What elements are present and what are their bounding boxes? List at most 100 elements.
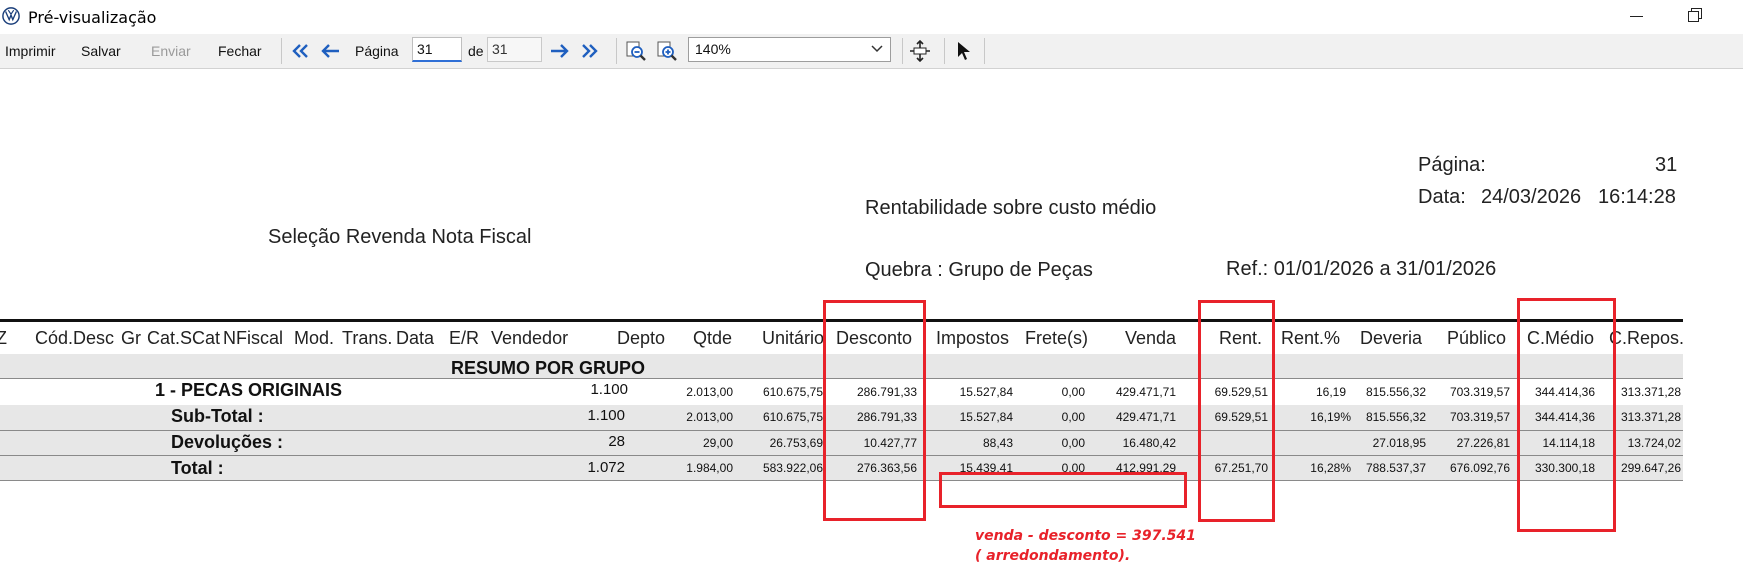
cell-rent-pct: 16,19% xyxy=(1310,410,1351,424)
cell-rent-pct: 16,28% xyxy=(1310,461,1351,475)
annotation-line: ( arredondamento). xyxy=(975,548,1131,564)
ref-label: Ref.: 01/01/2026 a 31/01/2026 xyxy=(1226,258,1497,280)
highlight-cmedio-box xyxy=(1517,298,1616,532)
cell-crepos: 313.371,28 xyxy=(1620,410,1681,424)
cell-fretes: 0,00 xyxy=(1061,385,1085,399)
zoom-in-icon[interactable] xyxy=(656,40,678,62)
window-title: Pré-visualização xyxy=(28,8,157,27)
cell-publico: 703.319,57 xyxy=(1449,385,1510,399)
col-header: C.Repos. xyxy=(1609,328,1685,348)
cell-publico: 703.319,57 xyxy=(1449,410,1510,424)
cell-venda: 429.471,71 xyxy=(1115,385,1176,399)
col-header: Frete(s) xyxy=(1025,328,1088,348)
cell-impostos: 88,43 xyxy=(982,436,1013,450)
minimize-button[interactable] xyxy=(1612,0,1662,32)
maximize-button[interactable] xyxy=(1668,0,1718,32)
col-header: Mod. xyxy=(294,328,335,348)
cell-unitario: 610.675,75 xyxy=(762,410,823,424)
pointer-icon[interactable] xyxy=(953,40,975,62)
highlight-desconto-box xyxy=(823,300,926,521)
page-label: Página xyxy=(355,43,399,59)
page-label: Página: xyxy=(1418,154,1486,176)
zoom-value: 140% xyxy=(695,41,731,57)
cell-publico: 676.092,76 xyxy=(1449,461,1510,475)
report-subtitle: Rentabilidade sobre custo médio xyxy=(865,197,1157,219)
cell-deveria: 27.018,95 xyxy=(1372,436,1426,450)
first-page-icon[interactable] xyxy=(290,40,312,62)
col-header: Trans. xyxy=(342,328,393,348)
annotation-note: venda - desconto = 397.541 ( arredondame… xyxy=(975,526,1196,566)
cell-unitario: 26.753,69 xyxy=(769,436,823,450)
vw-logo-icon xyxy=(2,7,20,25)
date-value: 24/03/2026 xyxy=(1481,186,1582,208)
margins-icon[interactable] xyxy=(909,40,931,62)
cell-impostos: 15.527,84 xyxy=(959,410,1013,424)
cell-venda: 16.480,42 xyxy=(1122,436,1176,450)
zoom-select[interactable]: 140% xyxy=(688,37,891,62)
cell-rent-pct: 16,19 xyxy=(1315,385,1346,399)
next-page-icon[interactable] xyxy=(548,40,570,62)
print-button[interactable]: Imprimir xyxy=(5,43,56,59)
col-header: Cód.Desc xyxy=(35,328,115,348)
save-button[interactable]: Salvar xyxy=(81,43,121,59)
send-button[interactable]: Enviar xyxy=(151,43,191,59)
cell-qtde: 2.013,00 xyxy=(686,385,733,399)
row-label: Total : xyxy=(171,458,224,478)
cell-fretes: 0,00 xyxy=(1061,436,1085,450)
selection-label: Seleção Revenda Nota Fiscal xyxy=(268,226,532,248)
col-header: Gr xyxy=(121,328,141,348)
cell-depto: 1.100 xyxy=(587,407,625,424)
col-header: Cat.SCat xyxy=(147,328,221,348)
close-button[interactable]: Fechar xyxy=(218,43,262,59)
last-page-icon[interactable] xyxy=(578,40,600,62)
col-header: NFiscal xyxy=(223,328,284,348)
col-header: Unitário xyxy=(762,328,825,348)
col-header: Depto xyxy=(617,328,666,348)
cell-crepos: 313.371,28 xyxy=(1620,385,1681,399)
col-header: Rent.% xyxy=(1281,328,1341,348)
row-label: Sub-Total : xyxy=(171,406,264,426)
zoom-out-icon[interactable] xyxy=(625,40,647,62)
col-header: E/R xyxy=(449,328,480,348)
cell-fretes: 0,00 xyxy=(1061,410,1085,424)
row-label: Devoluções : xyxy=(171,432,284,452)
break-label: Quebra : Grupo de Peças xyxy=(865,259,1093,281)
cell-qtde: 1.984,00 xyxy=(686,461,733,475)
toolbar: Imprimir Salvar Enviar Fechar Página 31 … xyxy=(0,34,1743,69)
cell-impostos: 15.527,84 xyxy=(959,385,1013,399)
cell-venda: 429.471,71 xyxy=(1115,410,1176,424)
annotation-line: venda - desconto = 397.541 xyxy=(975,528,1196,544)
summary-title: RESUMO POR GRUPO xyxy=(451,358,646,378)
highlight-venda-box xyxy=(939,472,1187,508)
chevron-down-icon xyxy=(871,45,883,53)
row-label: 1 - PECAS ORIGINAIS xyxy=(155,380,343,400)
title-bar: Pré-visualização xyxy=(0,0,1743,34)
cell-unitario: 583.922,06 xyxy=(762,461,823,475)
cell-unitario: 610.675,75 xyxy=(762,385,823,399)
col-header: Data xyxy=(396,328,435,348)
cell-deveria: 815.556,32 xyxy=(1365,410,1426,424)
cell-deveria: 815.556,32 xyxy=(1365,385,1426,399)
col-header: Qtde xyxy=(693,328,733,348)
date-label: Data: xyxy=(1418,186,1466,208)
cell-crepos: 13.724,02 xyxy=(1627,436,1681,450)
page-number: 31 xyxy=(1655,154,1678,176)
col-header: Venda xyxy=(1125,328,1177,348)
cell-qtde: 2.013,00 xyxy=(686,410,733,424)
time-value: 16:14:28 xyxy=(1598,186,1676,208)
cell-depto: 28 xyxy=(608,433,625,450)
cell-depto: 1.072 xyxy=(587,459,625,476)
page-total-field: 31 xyxy=(487,37,542,62)
toolbar-separator xyxy=(984,38,985,64)
col-header: Vendedor xyxy=(491,328,569,348)
col-header: Impostos xyxy=(936,328,1010,348)
toolbar-separator xyxy=(281,38,282,64)
previous-page-icon[interactable] xyxy=(320,40,342,62)
toolbar-separator xyxy=(944,38,945,64)
col-header: Público xyxy=(1447,328,1507,348)
cell-publico: 27.226,81 xyxy=(1456,436,1510,450)
col-header: Z xyxy=(0,328,7,348)
page-number-input[interactable]: 31 xyxy=(412,37,462,62)
cell-qtde: 29,00 xyxy=(702,436,733,450)
cell-depto: 1.100 xyxy=(590,381,628,398)
